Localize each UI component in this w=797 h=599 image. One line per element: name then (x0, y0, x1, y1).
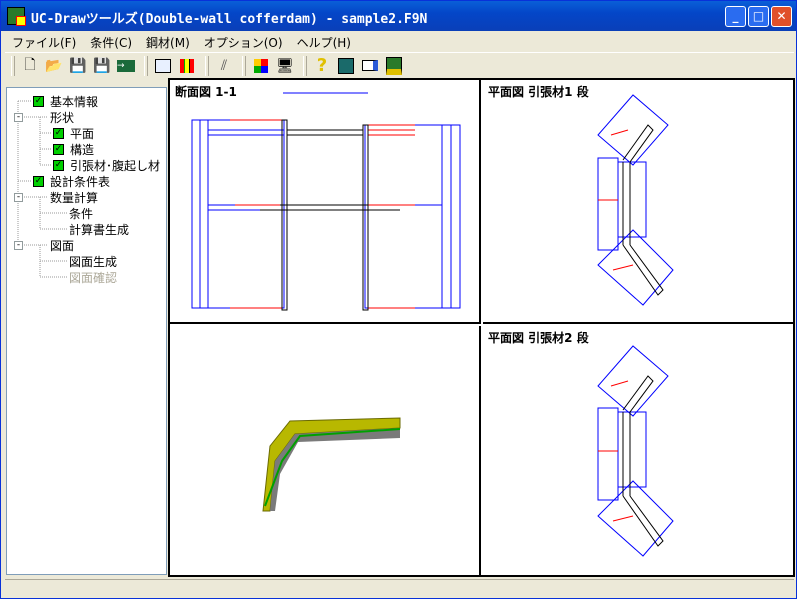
tree-item-structure[interactable]: ✓ 構造 (53, 141, 94, 157)
tree-item-quantity[interactable]: 数量計算 (50, 189, 98, 205)
plan-drawing-1 (597, 94, 674, 306)
tree-item-basic-info[interactable]: ✓ 基本情報 (33, 93, 98, 109)
3d-view-panel[interactable] (170, 326, 481, 575)
tree-item-label: 数量計算 (50, 190, 99, 205)
tree-item-label: 構造 (70, 142, 95, 157)
tree-item-conditions[interactable]: 条件 (69, 205, 93, 221)
3d-model (262, 417, 401, 512)
save-as-icon[interactable]: 💾 (92, 56, 112, 76)
toolbar: 🗋 📂 💾 💾 → ⫽ 🖥 ? (5, 52, 794, 78)
check-icon: ✓ (53, 143, 64, 155)
toolbar-grip[interactable] (11, 55, 15, 76)
collapse-toggle[interactable]: - (14, 193, 23, 202)
tree-item-label: 計算書生成 (69, 222, 130, 237)
palette-icon[interactable] (251, 56, 271, 76)
tree-item-label: 設計条件表 (50, 174, 111, 189)
tree-item-plan[interactable]: ✓ 平面 (53, 125, 94, 141)
tree-item-label: 形状 (50, 110, 75, 125)
layout-icon[interactable] (153, 56, 173, 76)
tree-item-report[interactable]: 計算書生成 (69, 221, 129, 237)
check-icon: ✓ (33, 95, 44, 107)
plan-drawing-2 (597, 345, 674, 557)
app-icon (7, 7, 26, 26)
toolbar-grip[interactable] (144, 55, 148, 76)
open-folder-icon[interactable]: 📂 (44, 56, 64, 76)
toolbar-grip[interactable] (205, 55, 209, 76)
menu-options[interactable]: オプション(O) (197, 31, 290, 51)
status-bar (5, 579, 794, 596)
tree-item-design-table[interactable]: ✓ 設計条件表 (33, 173, 110, 189)
toolbar-grip[interactable] (303, 55, 307, 76)
minimize-button[interactable]: _ (725, 6, 746, 27)
help-icon[interactable]: ? (312, 55, 332, 76)
new-file-icon[interactable]: 🗋 (20, 56, 40, 76)
close-button[interactable]: ✕ (771, 6, 792, 27)
computer-icon[interactable]: 🖥 (275, 56, 295, 76)
check-icon: ✓ (53, 127, 64, 139)
panel-title: 平面図 引張材2 段 (488, 331, 589, 345)
window-icon[interactable] (336, 56, 356, 76)
collapse-toggle[interactable]: - (14, 113, 23, 122)
maximize-button[interactable]: □ (748, 6, 769, 27)
tree-item-label: 図面 (50, 238, 75, 253)
check-icon: ✓ (33, 175, 44, 187)
navigation-tree: - - - ✓ 基本情報 形状 ✓ 平面 ✓ 構造 ✓ 引張材･腹起し材 ✓ 設計条件表 … (6, 87, 167, 575)
collapse-toggle[interactable]: - (14, 241, 23, 250)
tree-item-drawings[interactable]: 図面 (50, 237, 74, 253)
tree-item-label: 図面生成 (69, 254, 118, 269)
menu-conditions[interactable]: 条件(C) (83, 31, 139, 51)
plan-view-2-panel[interactable]: 平面図 引張材2 段 (483, 326, 793, 575)
grid-color-icon[interactable] (177, 56, 197, 76)
menu-bar: ファイル(F) 条件(C) 鋼材(M) オプション(O) ヘルプ(H) (5, 31, 358, 51)
window-title: UC-Drawツールズ(Double-wall cofferdam) - sam… (31, 12, 428, 27)
save-icon[interactable]: 💾 (68, 56, 88, 76)
app-window: UC-Drawツールズ(Double-wall cofferdam) - sam… (0, 0, 797, 599)
panel-title: 断面図 1-1 (175, 85, 237, 99)
section-drawing (191, 92, 461, 311)
tree-item-check-drawing: 図面確認 (69, 269, 117, 285)
plan-view-1-panel[interactable]: 平面図 引張材1 段 (483, 80, 793, 324)
tree-item-label: 引張材･腹起し材 (70, 158, 161, 173)
section-view-panel[interactable]: 断面図 1-1 (170, 80, 481, 324)
tree-item-label: 図面確認 (69, 270, 118, 285)
menu-help[interactable]: ヘルプ(H) (290, 31, 358, 51)
drawing-area: 断面図 1-1 平面図 引張材1 段 平面図 引張材2 段 (168, 78, 795, 577)
exit-icon[interactable]: → (116, 56, 136, 76)
tree-item-label: 条件 (69, 206, 94, 221)
panel-title: 平面図 引張材1 段 (488, 85, 589, 99)
menu-file[interactable]: ファイル(F) (5, 31, 83, 51)
check-icon: ✓ (53, 159, 64, 171)
app-icon[interactable] (384, 56, 404, 76)
card-icon[interactable] (360, 56, 380, 76)
steel-beam-icon[interactable]: ⫽ (214, 56, 234, 76)
toolbar-grip[interactable] (242, 55, 246, 76)
tree-item-label: 基本情報 (50, 94, 99, 109)
tree-item-generate-drawing[interactable]: 図面生成 (69, 253, 117, 269)
title-bar[interactable]: UC-Drawツールズ(Double-wall cofferdam) - sam… (1, 1, 796, 31)
tree-item-shape[interactable]: 形状 (50, 109, 74, 125)
tree-item-tension-member[interactable]: ✓ 引張材･腹起し材 (53, 157, 160, 173)
tree-item-label: 平面 (70, 126, 95, 141)
menu-steel[interactable]: 鋼材(M) (139, 31, 197, 51)
